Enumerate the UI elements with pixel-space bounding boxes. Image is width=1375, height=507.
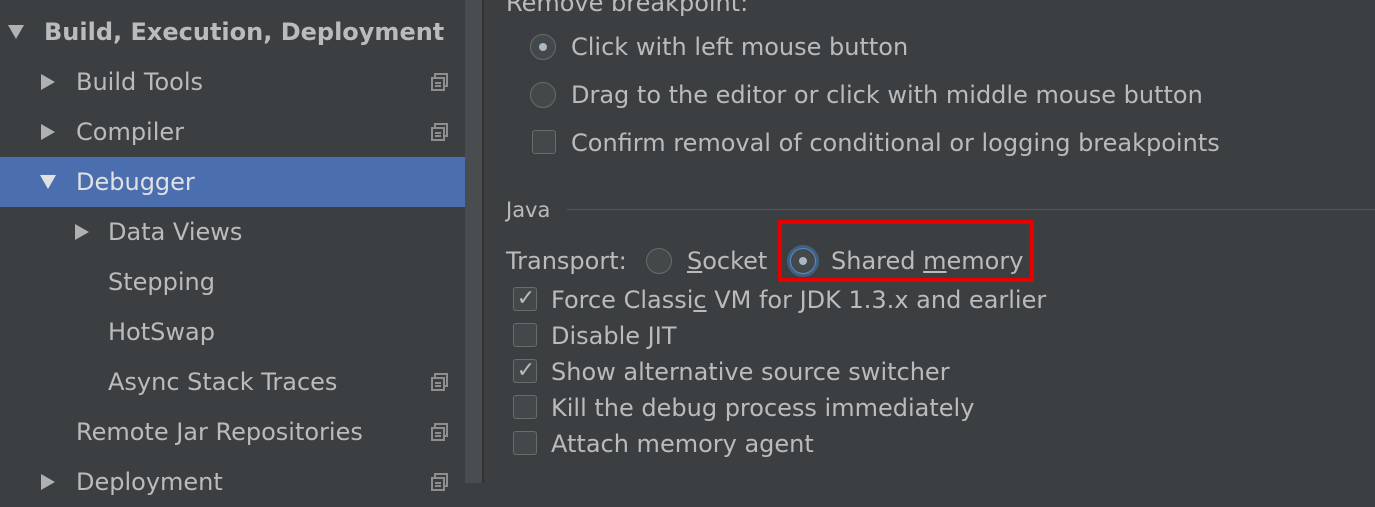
checkbox-disable-jit[interactable] [513, 323, 537, 347]
radio-socket[interactable] [646, 248, 672, 274]
checkbox-label[interactable]: Confirm removal of conditional or loggin… [571, 128, 1220, 158]
tree-item-label: Compiler [76, 118, 185, 146]
java-section-title: Java [506, 198, 551, 222]
tree-item-stepping[interactable]: Stepping [0, 257, 482, 307]
tree-item-label: Build, Execution, Deployment [44, 18, 445, 46]
project-settings-icon [431, 373, 448, 391]
project-settings-icon [431, 473, 448, 491]
chevron-down-icon[interactable] [40, 157, 56, 207]
chevron-right-icon[interactable] [41, 57, 55, 107]
remove-breakpoint-header: Remove breakpoint: [506, 0, 749, 17]
chevron-right-icon[interactable] [41, 457, 55, 507]
checkbox-attach-memory-agent[interactable] [513, 431, 537, 455]
settings-tree: Build, Execution, Deployment Build Tools… [0, 0, 482, 496]
tree-item-compiler[interactable]: Compiler [0, 107, 482, 157]
checkbox-label[interactable]: Force Classic VM for JDK 1.3.x and earli… [551, 285, 1046, 315]
tree-item-deployment[interactable]: Deployment [0, 457, 482, 507]
transport-label: Transport: [506, 247, 627, 275]
checkmark-icon: ✓ [516, 286, 536, 311]
sidebar-scrollbar[interactable] [465, 0, 482, 483]
chevron-down-icon[interactable] [8, 7, 24, 57]
section-separator [567, 209, 1375, 210]
project-settings-icon [431, 423, 448, 441]
checkbox-label[interactable]: Disable JIT [551, 321, 676, 351]
tree-item-label: Data Views [108, 218, 243, 246]
tree-item-build-tools[interactable]: Build Tools [0, 57, 482, 107]
tree-item-label: Deployment [76, 468, 223, 496]
chevron-right-icon[interactable] [41, 107, 55, 157]
chevron-right-icon[interactable] [75, 207, 89, 257]
tree-item-data-views[interactable]: Data Views [0, 207, 482, 257]
tree-item-async-stack-traces[interactable]: Async Stack Traces [0, 357, 482, 407]
tree-item-build-execution-deployment[interactable]: Build, Execution, Deployment [0, 7, 482, 57]
tree-item-debugger[interactable]: Debugger [0, 157, 482, 207]
tree-item-label: HotSwap [108, 318, 215, 346]
radio-drag-or-middle-click[interactable] [530, 82, 556, 108]
tree-item-label: Stepping [108, 268, 215, 296]
checkmark-icon: ✓ [516, 358, 536, 383]
tree-item-label: Build Tools [76, 68, 203, 96]
radio-label[interactable]: Click with left mouse button [571, 32, 908, 62]
annotation-highlight-box [778, 220, 1034, 282]
checkbox-label[interactable]: Attach memory agent [551, 429, 814, 459]
radio-label[interactable]: Drag to the editor or click with middle … [571, 80, 1203, 110]
tree-item-label: Remote Jar Repositories [76, 418, 363, 446]
checkbox-force-classic-vm[interactable]: ✓ [513, 286, 537, 311]
radio-click-left-mouse[interactable] [530, 34, 556, 60]
tree-item-label: Debugger [76, 168, 195, 196]
tree-item-label: Async Stack Traces [108, 368, 338, 396]
checkbox-kill-debug-process[interactable] [513, 395, 537, 419]
project-settings-icon [431, 73, 448, 91]
checkbox-show-alt-source-switcher[interactable]: ✓ [513, 358, 537, 383]
project-settings-icon [431, 123, 448, 141]
tree-item-hotswap[interactable]: HotSwap [0, 307, 482, 357]
checkbox-confirm-removal[interactable] [532, 130, 556, 154]
radio-label-socket[interactable]: Socket [687, 246, 767, 276]
checkbox-label[interactable]: Kill the debug process immediately [551, 393, 974, 423]
tree-item-remote-jar-repositories[interactable]: Remote Jar Repositories [0, 407, 482, 457]
checkbox-label[interactable]: Show alternative source switcher [551, 357, 950, 387]
